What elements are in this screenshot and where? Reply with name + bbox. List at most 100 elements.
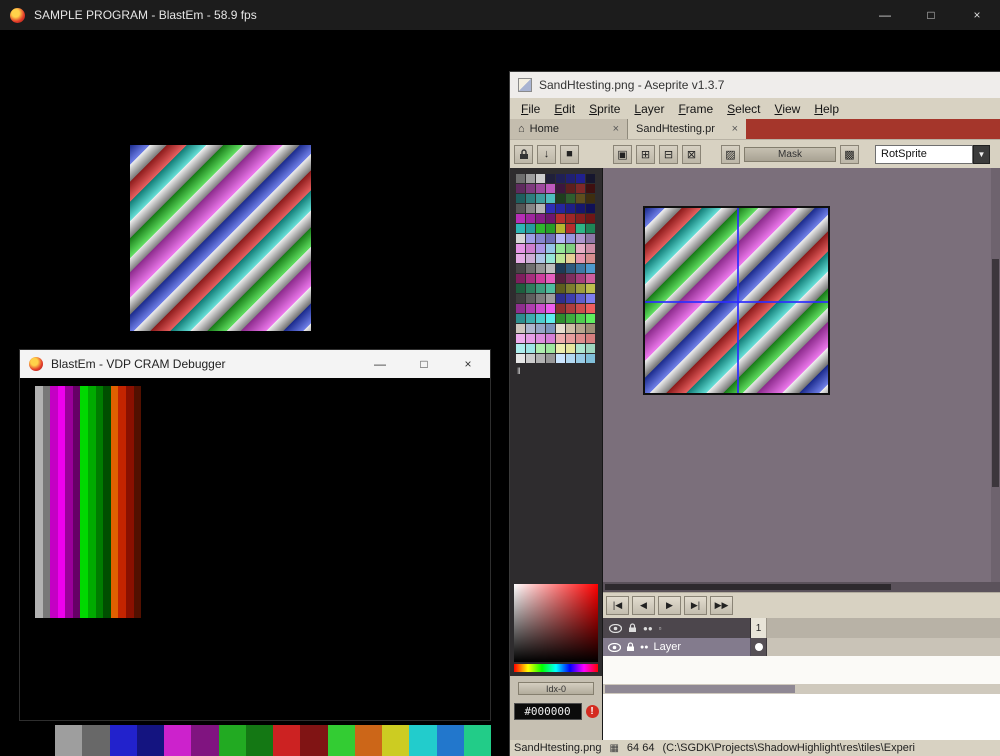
- palette-swatch[interactable]: [526, 214, 535, 223]
- palette-swatch[interactable]: [526, 304, 535, 313]
- layer-row-header[interactable]: ●● Layer: [603, 638, 751, 656]
- palette-swatch[interactable]: [566, 354, 575, 363]
- palette-swatch[interactable]: [556, 304, 565, 313]
- palette-swatch[interactable]: [586, 354, 595, 363]
- palette-swatch[interactable]: [536, 214, 545, 223]
- palette-swatch[interactable]: [576, 214, 585, 223]
- palette-swatch[interactable]: [566, 174, 575, 183]
- first-frame-button[interactable]: |◀: [606, 596, 629, 615]
- palette-swatch[interactable]: [536, 254, 545, 263]
- palette-swatch[interactable]: [576, 224, 585, 233]
- tab-close-icon[interactable]: ×: [732, 123, 738, 135]
- lock-icon[interactable]: [626, 642, 635, 652]
- lock-button[interactable]: [514, 144, 533, 164]
- palette-swatch[interactable]: [546, 334, 555, 343]
- palette-swatch[interactable]: [546, 194, 555, 203]
- layer-name[interactable]: Layer: [653, 641, 681, 653]
- canvas-area[interactable]: [603, 168, 1000, 582]
- canvas-vertical-scrollbar[interactable]: [991, 168, 1000, 582]
- palette-swatch[interactable]: [556, 274, 565, 283]
- palette-swatch[interactable]: [576, 254, 585, 263]
- color-spectrum-picker[interactable]: [514, 584, 598, 662]
- palette-swatch[interactable]: [556, 224, 565, 233]
- palette-swatch[interactable]: [586, 244, 595, 253]
- selection-intersect-button[interactable]: ⊠: [682, 144, 701, 164]
- palette-swatch[interactable]: [516, 204, 525, 213]
- palette-swatch[interactable]: [536, 274, 545, 283]
- palette-swatch[interactable]: [536, 174, 545, 183]
- palette-swatch[interactable]: [516, 254, 525, 263]
- warning-icon[interactable]: !: [585, 705, 599, 718]
- menu-select[interactable]: Select: [720, 100, 767, 118]
- palette-swatch[interactable]: [536, 224, 545, 233]
- minimize-icon[interactable]: —: [862, 0, 908, 30]
- palette-swatch[interactable]: [546, 344, 555, 353]
- palette-swatch[interactable]: [556, 234, 565, 243]
- palette-swatch[interactable]: [526, 234, 535, 243]
- close-icon[interactable]: ×: [446, 350, 490, 378]
- palette-swatch[interactable]: [566, 304, 575, 313]
- palette-swatch[interactable]: [516, 174, 525, 183]
- palette-swatch[interactable]: [586, 204, 595, 213]
- palette-swatch[interactable]: [556, 294, 565, 303]
- tab-sandhtesting[interactable]: SandHtesting.pr ×: [628, 119, 746, 139]
- hue-bar[interactable]: [514, 664, 598, 672]
- pattern-button[interactable]: ▨: [721, 144, 740, 164]
- palette-swatch[interactable]: [536, 184, 545, 193]
- link-dots-icon[interactable]: ●●: [640, 644, 648, 651]
- palette-swatch[interactable]: [586, 344, 595, 353]
- palette-swatch[interactable]: [536, 194, 545, 203]
- palette-swatch[interactable]: [566, 264, 575, 273]
- palette-swatch[interactable]: [576, 304, 585, 313]
- palette-swatch[interactable]: [516, 324, 525, 333]
- palette-swatch[interactable]: [526, 204, 535, 213]
- palette-swatch[interactable]: [556, 324, 565, 333]
- palette-swatch[interactable]: [566, 214, 575, 223]
- palette-swatch[interactable]: [526, 314, 535, 323]
- close-icon[interactable]: ×: [954, 0, 1000, 30]
- palette-swatch[interactable]: [546, 274, 555, 283]
- eye-icon[interactable]: [608, 642, 621, 652]
- palette-swatch[interactable]: [516, 234, 525, 243]
- palette-swatch[interactable]: [576, 354, 585, 363]
- palette-swatch[interactable]: [586, 214, 595, 223]
- palette-swatch[interactable]: [536, 284, 545, 293]
- palette-swatch[interactable]: [526, 294, 535, 303]
- palette-swatch[interactable]: [556, 344, 565, 353]
- palette-swatch[interactable]: [526, 324, 535, 333]
- palette-swatch[interactable]: [516, 244, 525, 253]
- aseprite-titlebar[interactable]: SandHtesting.png - Aseprite v1.3.7: [510, 72, 1000, 98]
- palette-swatch[interactable]: [536, 204, 545, 213]
- selection-replace-button[interactable]: ▣: [613, 144, 632, 164]
- palette-swatch[interactable]: [546, 304, 555, 313]
- palette-swatch[interactable]: [536, 294, 545, 303]
- palette-swatch[interactable]: [576, 234, 585, 243]
- palette-swatch[interactable]: [576, 184, 585, 193]
- palette-swatch[interactable]: [536, 354, 545, 363]
- previous-frame-button[interactable]: ◀: [632, 596, 655, 615]
- palette-swatch[interactable]: [516, 334, 525, 343]
- palette-swatch[interactable]: [556, 214, 565, 223]
- palette-swatch[interactable]: [566, 274, 575, 283]
- grid-settings-button[interactable]: ▩: [840, 144, 859, 164]
- palette-swatch[interactable]: [516, 344, 525, 353]
- palette-swatch[interactable]: [516, 284, 525, 293]
- scrollbar-thumb[interactable]: [605, 584, 891, 590]
- palette-swatch[interactable]: [586, 274, 595, 283]
- palette-swatch[interactable]: [576, 174, 585, 183]
- palette-swatch[interactable]: [526, 194, 535, 203]
- palette-swatch[interactable]: [586, 324, 595, 333]
- fill-button[interactable]: ■: [560, 144, 579, 164]
- canvas-horizontal-scrollbar[interactable]: [603, 582, 1000, 592]
- palette-swatch[interactable]: [526, 244, 535, 253]
- palette-swatch[interactable]: [586, 334, 595, 343]
- palette-swatch[interactable]: [546, 254, 555, 263]
- palette-swatch[interactable]: [576, 284, 585, 293]
- mask-slider[interactable]: Mask: [744, 146, 836, 162]
- palette-swatch[interactable]: [546, 354, 555, 363]
- palette-swatch[interactable]: [556, 284, 565, 293]
- palette-swatch[interactable]: [526, 224, 535, 233]
- palette-swatch[interactable]: [576, 324, 585, 333]
- play-button[interactable]: ▶: [658, 596, 681, 615]
- palette-swatch[interactable]: [576, 344, 585, 353]
